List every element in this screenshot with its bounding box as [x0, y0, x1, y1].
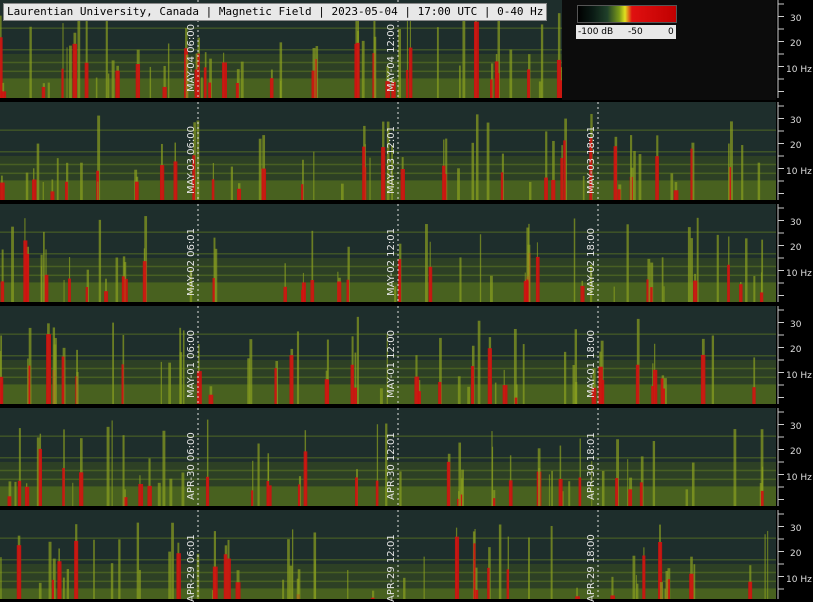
y-tick-label: 20	[790, 447, 801, 457]
y-tick-label: 20	[790, 549, 801, 559]
y-tick-label: 10 Hz	[786, 575, 812, 585]
time-marker-label: APR-29 06:01	[186, 534, 197, 602]
color-scale-bar	[577, 5, 677, 23]
plot-title: Laurentian University, Canada | Magnetic…	[3, 3, 547, 21]
y-tick-label: 20	[790, 243, 801, 253]
scale-mid-label: -50	[628, 25, 643, 39]
y-tick-label: 10 Hz	[786, 473, 812, 483]
y-tick-label: 30	[790, 218, 801, 228]
time-marker-label: MAY-02 06:01	[186, 228, 197, 296]
y-tick-label: 10 Hz	[786, 65, 812, 75]
time-marker-label: MAY-01 18:00	[586, 330, 597, 398]
time-marker-label: MAY-02 12:01	[386, 228, 397, 296]
time-marker-label: APR-30 12:01	[386, 432, 397, 500]
time-marker-label: MAY-03 06:00	[186, 126, 197, 194]
time-marker-label: MAY-03 18:01	[586, 126, 597, 194]
y-tick-label: 20	[790, 39, 801, 49]
color-scale-labels: -100 dB -50 0	[576, 25, 676, 39]
spectrogram	[0, 0, 813, 599]
y-tick-label: 30	[790, 320, 801, 330]
time-marker-label: MAY-01 12:00	[386, 330, 397, 398]
time-marker-label: MAY-04 06:00	[186, 24, 197, 92]
y-tick-label: 10 Hz	[786, 167, 812, 177]
color-scale-legend: -100 dB -50 0	[574, 3, 678, 45]
time-marker-label: MAY-02 18:00	[586, 228, 597, 296]
time-marker-label: MAY-01 06:00	[186, 330, 197, 398]
time-marker-label: APR-29 12:01	[386, 534, 397, 602]
y-tick-label: 20	[790, 141, 801, 151]
scale-min-label: -100 dB	[578, 25, 613, 39]
time-marker-label: APR-30 06:00	[186, 432, 197, 500]
time-marker-label: APR-30 18:01	[586, 432, 597, 500]
y-tick-label: 10 Hz	[786, 371, 812, 381]
y-tick-label: 20	[790, 345, 801, 355]
y-tick-label: 30	[790, 422, 801, 432]
y-tick-label: 10 Hz	[786, 269, 812, 279]
y-tick-label: 30	[790, 524, 801, 534]
time-marker-label: MAY-03 12:01	[386, 126, 397, 194]
scale-max-label: 0	[668, 25, 674, 39]
y-tick-label: 30	[790, 116, 801, 126]
time-marker-label: MAY-04 12:00	[386, 24, 397, 92]
y-tick-label: 30	[790, 14, 801, 24]
time-marker-label: APR-29 18:00	[586, 534, 597, 602]
